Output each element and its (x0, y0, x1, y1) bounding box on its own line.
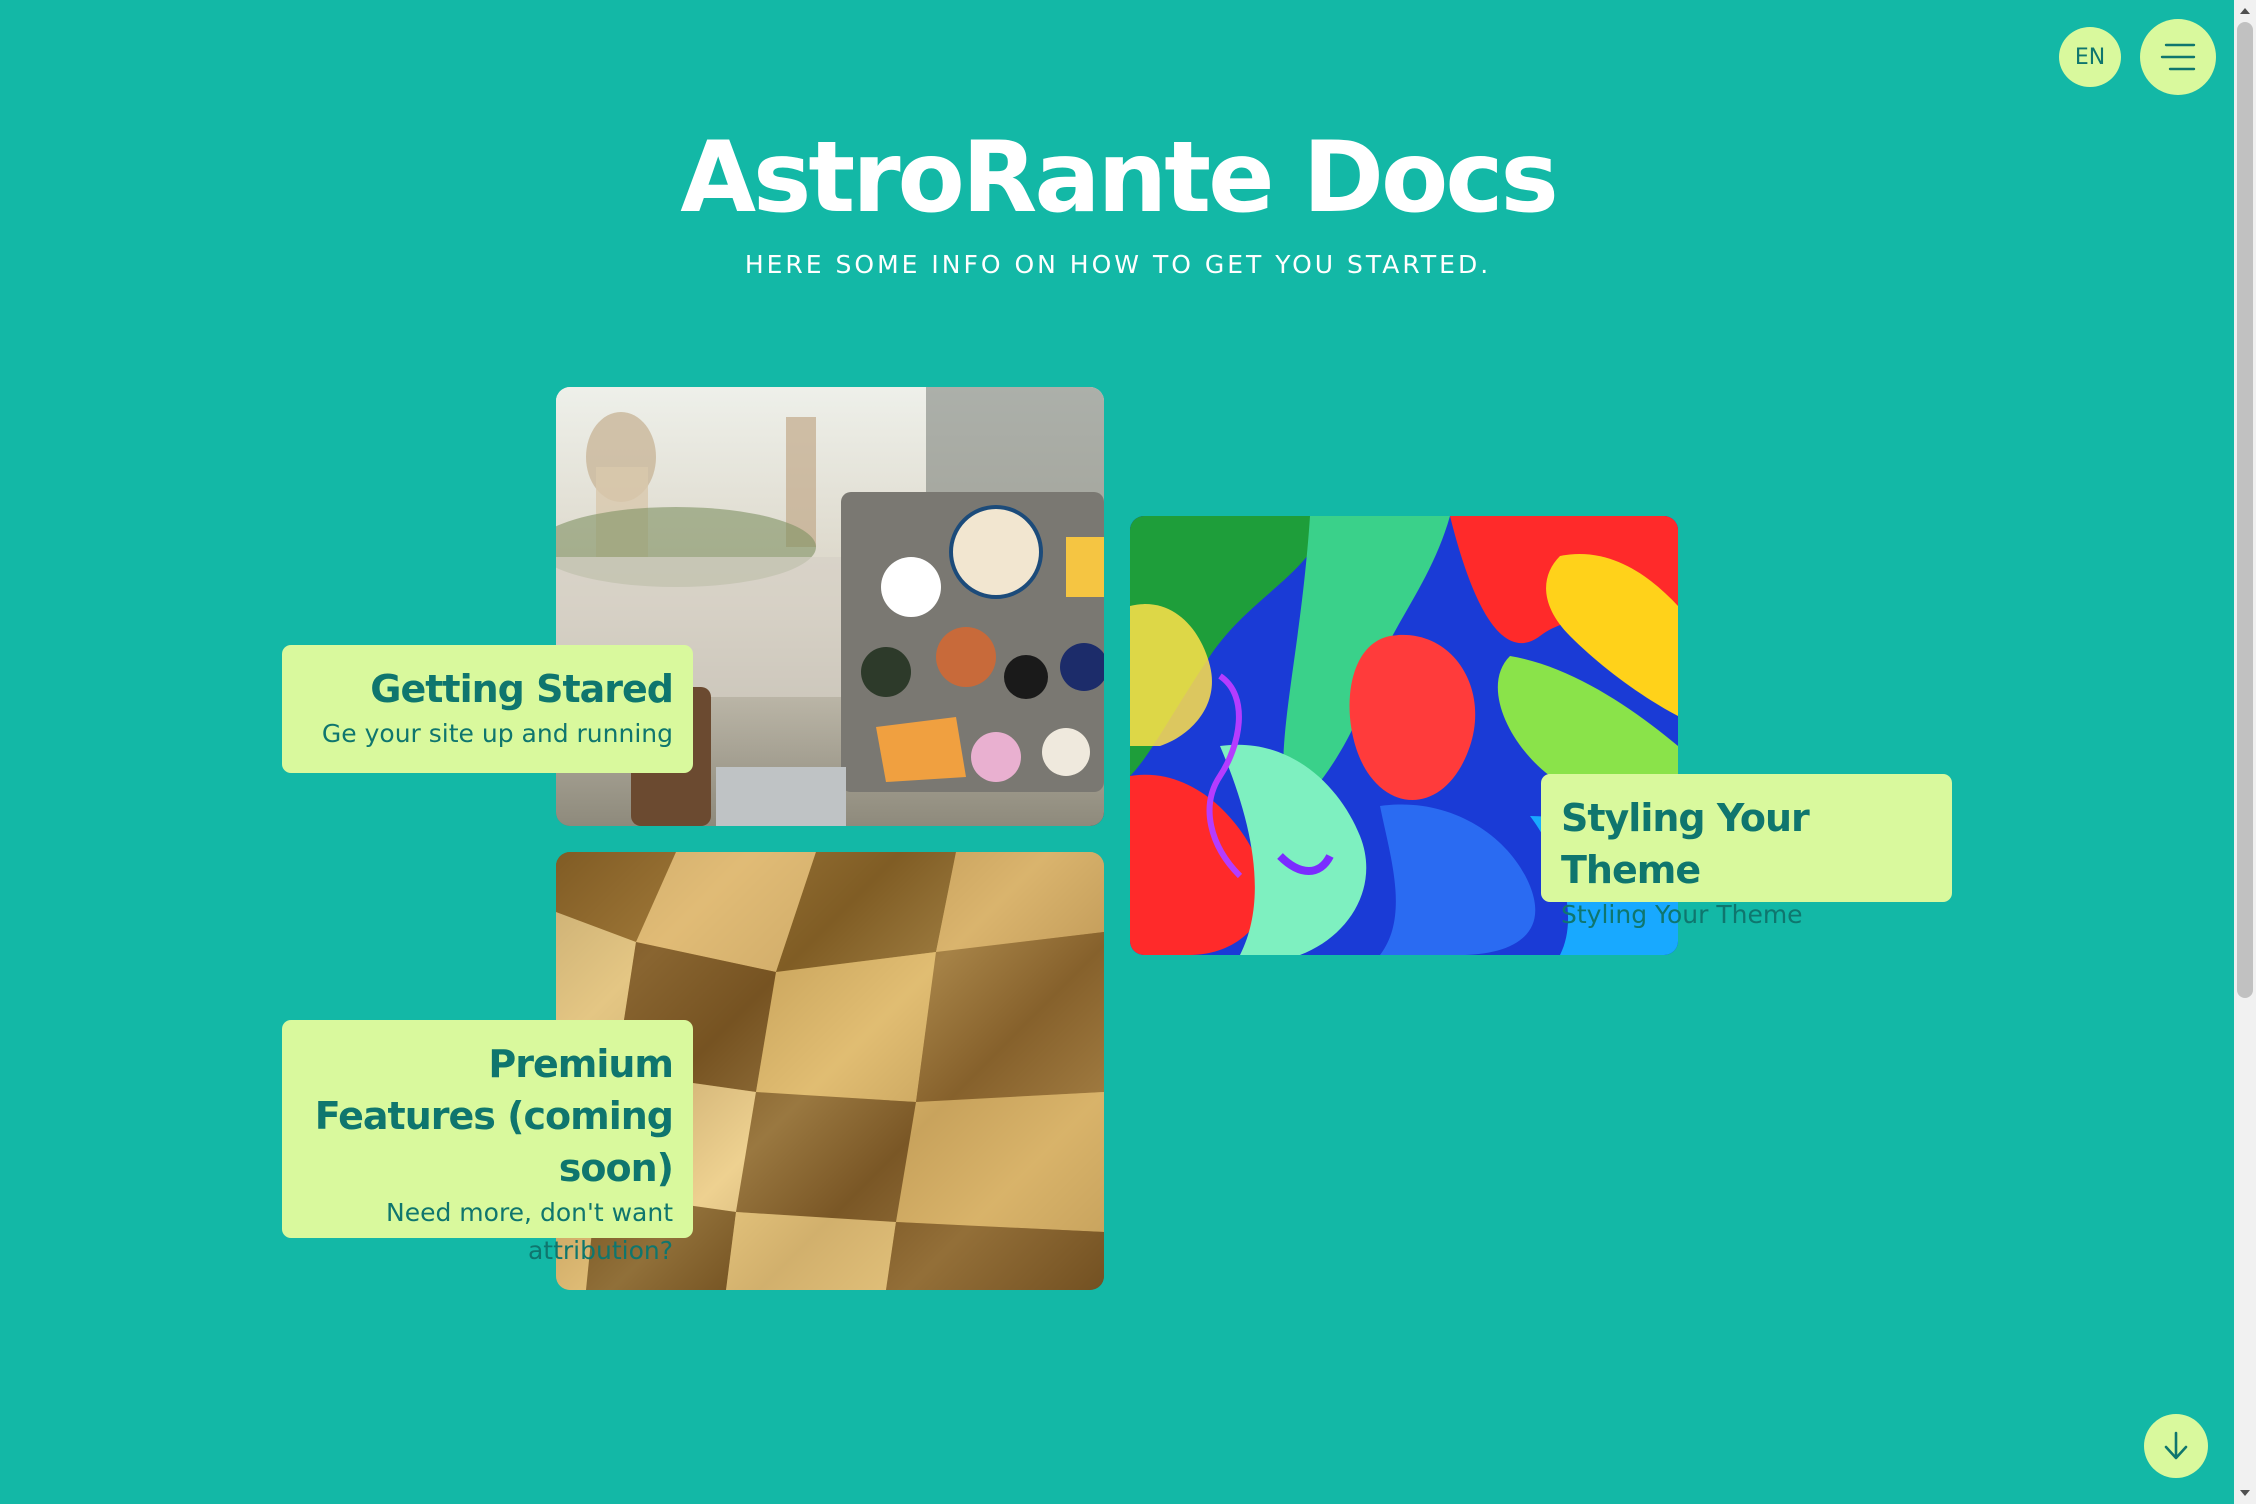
card-title: Styling Your Theme (1561, 796, 1810, 892)
page: EN AstroRante Docs HERE SOME INFO ON HOW… (0, 0, 2256, 1504)
styling-theme-card[interactable]: Styling Your Theme Styling Your Theme (1541, 774, 1952, 929)
card-description: Styling Your Theme (1561, 900, 1803, 929)
language-label: EN (2074, 44, 2106, 70)
scroll-down-arrow-icon[interactable] (2240, 1490, 2250, 1496)
page-subtitle: HERE SOME INFO ON HOW TO GET YOU STARTED… (744, 250, 1492, 279)
language-switcher-button[interactable]: EN (2059, 27, 2121, 87)
page-title: AstroRante Docs (680, 121, 1559, 235)
card-title: Getting Stared (370, 667, 674, 711)
scroll-up-arrow-icon[interactable] (2240, 8, 2250, 14)
premium-features-card[interactable]: Premium Features (coming soon) Need more… (282, 1020, 693, 1265)
getting-started-card[interactable]: Getting Stared Ge your site up and runni… (282, 645, 693, 773)
hamburger-menu-icon (2160, 43, 2196, 71)
arrow-down-icon (2164, 1431, 2188, 1460)
card-description: Ge your site up and running (321, 719, 673, 748)
scroll-down-button[interactable] (2144, 1414, 2208, 1478)
card-description: Need more, don't want attribution? (386, 1198, 673, 1265)
vertical-scrollbar[interactable] (2234, 0, 2256, 1504)
card-title: Premium Features (coming soon) (314, 1042, 674, 1190)
scrollbar-thumb[interactable] (2237, 22, 2253, 998)
menu-button[interactable] (2140, 19, 2216, 95)
